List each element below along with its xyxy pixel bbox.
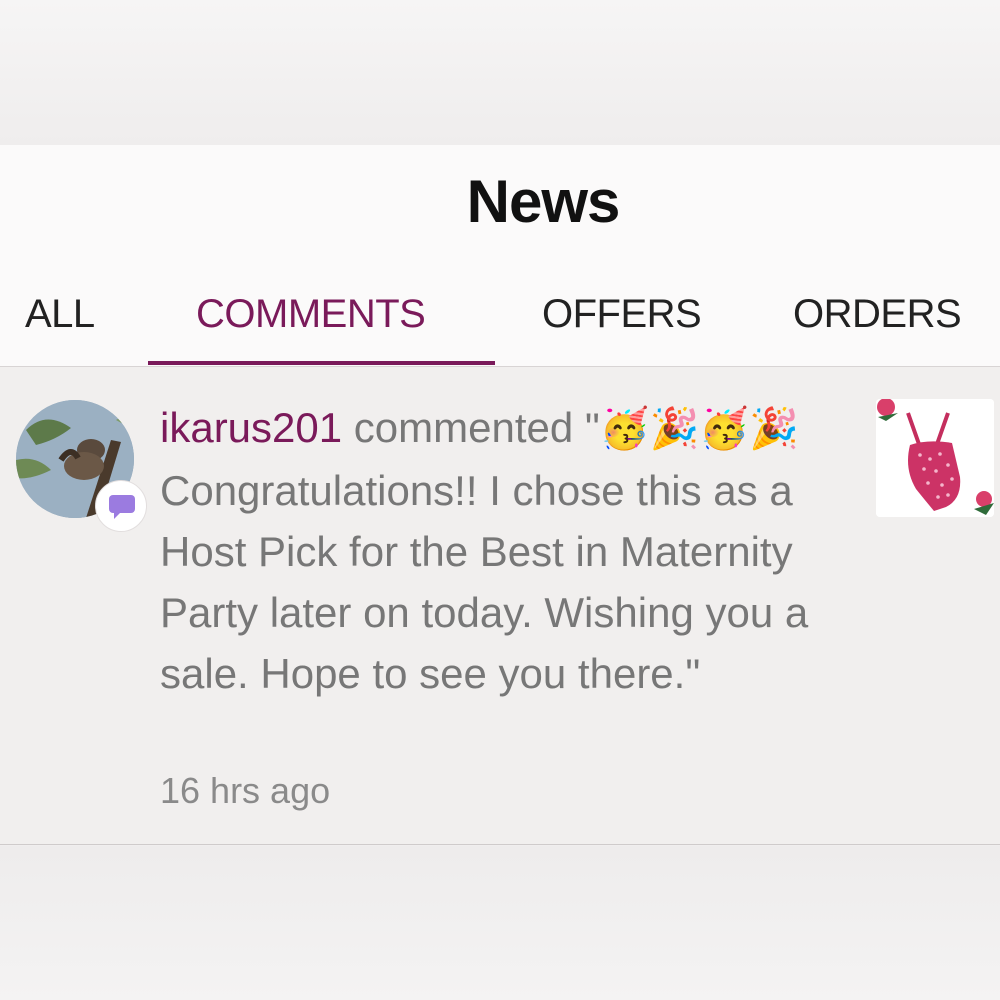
comment-bubble-icon — [109, 495, 135, 519]
timestamp: 16 hrs ago — [160, 770, 331, 811]
party-emoji-2: 🥳🎉 — [699, 407, 800, 451]
news-feed: ikarus201 commented "🥳🎉🥳🎉Congratulations… — [0, 367, 1000, 845]
tab-offers[interactable]: OFFERS — [542, 290, 702, 366]
comment-badge — [95, 480, 147, 532]
top-background — [0, 0, 1000, 145]
tab-bar: ALL COMMENTS OFFERS ORDERS — [0, 290, 1000, 366]
page-title: News — [466, 168, 621, 235]
comment-action: commented " — [342, 404, 600, 451]
party-emoji: 🥳🎉 — [599, 407, 700, 451]
username-link[interactable]: ikarus201 — [160, 404, 342, 451]
tab-all[interactable]: ALL — [25, 290, 95, 366]
comment-text[interactable]: ikarus201 commented "🥳🎉🥳🎉Congratulations… — [160, 397, 860, 704]
bottom-background — [0, 846, 1000, 1000]
tab-comments[interactable]: COMMENTS — [196, 290, 426, 366]
comment-message: Congratulations!! I chose this as a Host… — [160, 467, 809, 697]
tab-orders[interactable]: ORDERS — [793, 290, 962, 366]
pink-swimsuit-image — [876, 399, 994, 517]
active-tab-indicator — [148, 361, 495, 365]
news-header: News ALL COMMENTS OFFERS ORDERS — [0, 145, 1000, 367]
listing-thumbnail[interactable] — [876, 399, 994, 517]
